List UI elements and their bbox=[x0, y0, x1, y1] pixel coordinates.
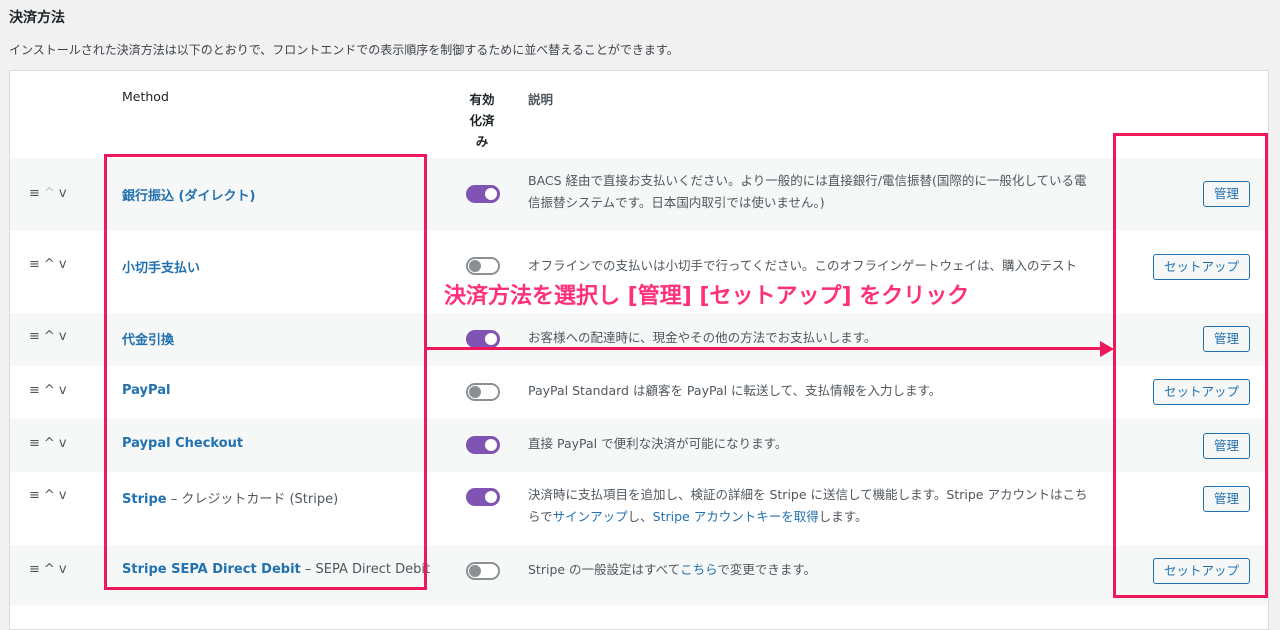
enabled-toggle[interactable] bbox=[466, 562, 500, 580]
method-description-line: Stripe の一般設定はすべてこちらで変更できます。 bbox=[528, 559, 1128, 581]
move-up-icon[interactable]: ^ bbox=[44, 436, 59, 451]
desc-text: Stripe の一般設定はすべて bbox=[528, 562, 681, 577]
move-up-icon[interactable]: ^ bbox=[44, 329, 59, 344]
enabled-toggle[interactable] bbox=[466, 436, 500, 454]
move-down-icon[interactable]: v bbox=[59, 383, 71, 398]
move-down-icon[interactable]: v bbox=[59, 436, 71, 451]
move-up-icon[interactable]: ^ bbox=[44, 186, 59, 201]
stripe-keys-link[interactable]: Stripe アカウントキーを取得 bbox=[653, 509, 819, 524]
enabled-toggle[interactable] bbox=[466, 185, 500, 203]
move-up-icon[interactable]: ^ bbox=[44, 383, 59, 398]
enabled-toggle[interactable] bbox=[466, 488, 500, 506]
column-header-method: Method bbox=[122, 89, 169, 104]
drag-handle-icon[interactable]: ≡ bbox=[29, 186, 44, 201]
drag-handle-icon[interactable]: ≡ bbox=[29, 436, 44, 451]
move-down-icon[interactable]: v bbox=[59, 186, 71, 201]
method-description: 決済時に支払項目を追加し、検証の詳細を Stripe に送信して機能します。St… bbox=[528, 484, 1128, 528]
desc-text: します。 bbox=[818, 509, 868, 524]
sort-controls: ≡^v bbox=[29, 562, 71, 577]
column-header-enabled-line1: 有効 bbox=[469, 92, 495, 107]
enabled-toggle[interactable] bbox=[466, 257, 500, 275]
move-down-icon[interactable]: v bbox=[59, 329, 71, 344]
method-description-line: BACS 経由で直接お支払いください。より一般的には直接銀行/電信振替(国際的に… bbox=[528, 173, 1087, 188]
move-down-icon[interactable]: v bbox=[59, 257, 71, 272]
drag-handle-icon[interactable]: ≡ bbox=[29, 257, 44, 272]
sort-controls: ≡^v bbox=[29, 436, 71, 451]
move-up-icon[interactable]: ^ bbox=[44, 257, 59, 272]
annotation-callout: 決済方法を選択し [管理] [セットアップ] をクリック bbox=[444, 284, 970, 309]
column-header-enabled: 有効 化済 み bbox=[462, 89, 502, 152]
annotation-highlight-methods bbox=[104, 154, 427, 590]
annotation-arrow-line bbox=[424, 347, 1104, 350]
signup-link[interactable]: サインアップ bbox=[553, 509, 628, 524]
desc-text: し、 bbox=[627, 509, 653, 524]
settings-link[interactable]: こちら bbox=[680, 562, 717, 577]
sort-controls: ≡^v bbox=[29, 257, 71, 272]
move-up-icon[interactable]: ^ bbox=[44, 488, 59, 503]
drag-handle-icon[interactable]: ≡ bbox=[29, 329, 44, 344]
desc-text: らで bbox=[528, 509, 553, 524]
drag-handle-icon[interactable]: ≡ bbox=[29, 383, 44, 398]
sort-controls: ≡^v bbox=[29, 186, 71, 201]
sort-controls: ≡^v bbox=[29, 383, 71, 398]
drag-handle-icon[interactable]: ≡ bbox=[29, 488, 44, 503]
sort-controls: ≡^v bbox=[29, 329, 71, 344]
enabled-toggle[interactable] bbox=[466, 383, 500, 401]
column-header-enabled-line2: 化済 bbox=[469, 113, 495, 128]
column-header-description: 説明 bbox=[528, 92, 554, 107]
drag-handle-icon[interactable]: ≡ bbox=[29, 562, 44, 577]
method-description-line: らでサインアップし、Stripe アカウントキーを取得します。 bbox=[528, 506, 1128, 528]
method-description: Stripe の一般設定はすべてこちらで変更できます。 bbox=[528, 559, 1128, 581]
move-down-icon[interactable]: v bbox=[59, 488, 71, 503]
desc-text: で変更できます。 bbox=[717, 562, 817, 577]
move-up-icon[interactable]: ^ bbox=[44, 562, 59, 577]
method-description: お客様への配達時に、現金やその他の方法でお支払いします。 bbox=[528, 327, 1128, 349]
section-title: 決済方法 bbox=[9, 10, 65, 26]
method-description: オフラインでの支払いは小切手で行ってください。このオフラインゲートウェイは、購入… bbox=[528, 255, 1128, 277]
method-description-line: 信振替システムです。日本国内取引では使いません。) bbox=[528, 195, 825, 210]
annotation-highlight-buttons bbox=[1113, 133, 1268, 598]
method-description: BACS 経由で直接お支払いください。より一般的には直接銀行/電信振替(国際的に… bbox=[528, 170, 1128, 214]
method-description-line: 直接 PayPal で便利な決済が可能になります。 bbox=[528, 436, 788, 451]
method-description: PayPal Standard は顧客を PayPal に転送して、支払情報を入… bbox=[528, 380, 1128, 402]
method-description-line: オフラインでの支払いは小切手で行ってください。このオフラインゲートウェイは、購入… bbox=[528, 258, 1078, 273]
method-description-line: お客様への配達時に、現金やその他の方法でお支払いします。 bbox=[528, 330, 877, 345]
move-down-icon[interactable]: v bbox=[59, 562, 71, 577]
method-description: 直接 PayPal で便利な決済が可能になります。 bbox=[528, 433, 1128, 455]
method-description-line: 決済時に支払項目を追加し、検証の詳細を Stripe に送信して機能します。St… bbox=[528, 487, 1088, 502]
method-description-line: PayPal Standard は顧客を PayPal に転送して、支払情報を入… bbox=[528, 383, 942, 398]
arrow-right-icon bbox=[1100, 341, 1114, 357]
section-description: インストールされた決済方法は以下のとおりで、フロントエンドでの表示順序を制御する… bbox=[9, 43, 679, 57]
column-header-enabled-line3: み bbox=[475, 134, 489, 149]
sort-controls: ≡^v bbox=[29, 488, 71, 503]
enabled-toggle[interactable] bbox=[466, 330, 500, 348]
